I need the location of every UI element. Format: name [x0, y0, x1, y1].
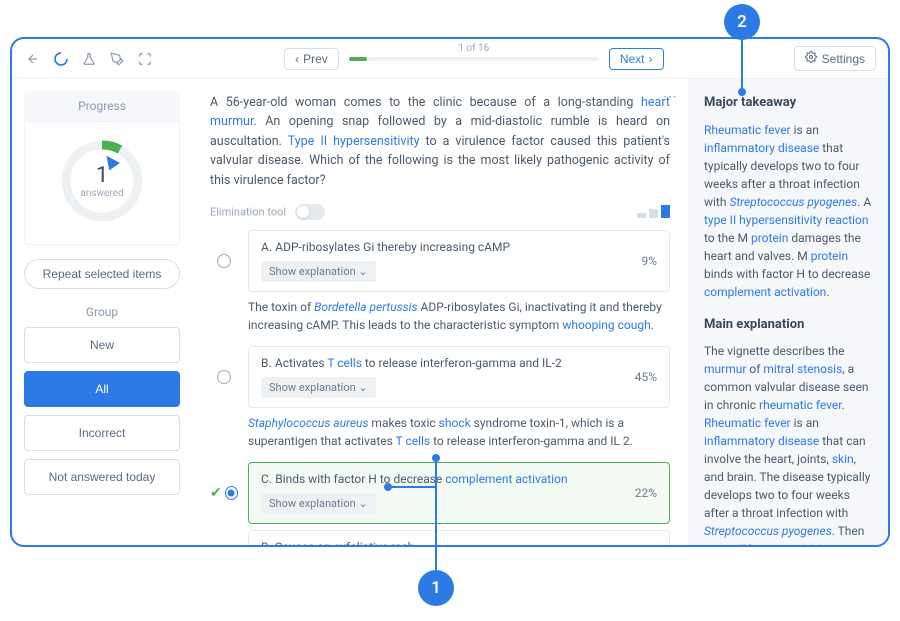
main-explanation-heading: Main explanation — [704, 315, 872, 335]
callout-badge-2: 2 — [724, 4, 760, 40]
chevron-left-icon: ‹ — [295, 52, 299, 66]
question-text: A 56-year-old woman comes to the clinic … — [210, 93, 670, 190]
callout-line-1h — [390, 486, 436, 488]
explanation-a: The toxin of Bordetella pertussis ADP-ri… — [248, 298, 670, 334]
back-icon[interactable] — [24, 50, 42, 68]
show-explanation-b[interactable]: Show explanation ⌄ — [261, 377, 376, 398]
answered-label: answered — [80, 188, 123, 199]
progress-counter: 1 of 16 — [458, 43, 489, 54]
settings-button[interactable]: Settings — [794, 46, 876, 71]
progress-panel: 1 answered — [24, 121, 180, 245]
callout-dot-1b — [384, 483, 392, 491]
group-incorrect-button[interactable]: Incorrect — [24, 415, 180, 451]
chevron-right-icon: › — [649, 52, 653, 66]
callout-line-2 — [741, 40, 743, 90]
group-heading: Group — [24, 305, 180, 319]
option-b-pct: 45% — [635, 370, 657, 384]
option-card-a[interactable]: A. ADP-ribosylates Gi thereby increasing… — [248, 230, 670, 292]
option-card-b[interactable]: B. Activates T cells to release interfer… — [248, 346, 670, 408]
prev-button[interactable]: ‹Prev — [284, 48, 339, 70]
answer-option-c: ✔ C. Binds with factor H to decrease com… — [210, 462, 670, 524]
answer-option-b: B. Activates T cells to release interfer… — [210, 346, 670, 408]
check-icon: ✔ — [210, 485, 222, 501]
group-all-button[interactable]: All — [24, 371, 180, 407]
option-card-c[interactable]: C. Binds with factor H to decrease compl… — [248, 462, 670, 524]
answer-option-d: D. Causes an exfoliative rash Show expla… — [210, 530, 670, 545]
highlight-icon[interactable] — [108, 50, 126, 68]
link-type-ii-hypersensitivity[interactable]: Type II hypersensitivity — [288, 134, 420, 149]
gear-icon — [805, 51, 817, 66]
option-c-pct: 22% — [635, 486, 657, 500]
radio-a[interactable] — [217, 254, 231, 268]
callout-dot-2 — [738, 88, 746, 96]
stats-bars-icon[interactable] — [637, 205, 670, 218]
osmosis-logo-icon[interactable] — [52, 50, 70, 68]
elimination-row: Elimination tool — [210, 204, 670, 220]
takeaway-panel: Major takeaway Rheumatic fever is an inf… — [688, 79, 888, 545]
answered-count: 1 — [80, 163, 123, 188]
progress-track: 1 of 16 — [349, 57, 599, 61]
more-icon[interactable]: ⋯ — [663, 89, 678, 105]
progress-title: Progress — [24, 91, 180, 121]
callout-line-1v — [435, 457, 437, 570]
nav-center: ‹Prev 1 of 16 Next› — [154, 48, 794, 70]
show-explanation-c[interactable]: Show explanation ⌄ — [261, 493, 376, 514]
question-content: ⋯ A 56-year-old woman comes to the clini… — [192, 79, 688, 545]
toolbar-left — [24, 50, 154, 68]
explanation-b: Staphylococcus aureus makes toxic shock … — [248, 414, 670, 450]
chevron-down-icon: ⌄ — [358, 265, 367, 278]
radio-c[interactable] — [225, 486, 238, 500]
link-bordetella[interactable]: Bordetella pertussis — [314, 300, 417, 314]
group-not-answered-today-button[interactable]: Not answered today — [24, 459, 180, 495]
major-takeaway-text: Rheumatic fever is an inflammatory disea… — [704, 121, 872, 301]
link-whooping-cough[interactable]: whooping cough — [562, 318, 650, 332]
answer-option-a: A. ADP-ribosylates Gi thereby increasing… — [210, 230, 670, 292]
callout-badge-1: 1 — [418, 570, 454, 606]
flask-icon[interactable] — [80, 50, 98, 68]
link-t-cells[interactable]: T cells — [327, 356, 362, 370]
chevron-down-icon: ⌄ — [358, 381, 367, 394]
elimination-label: Elimination tool — [210, 205, 286, 218]
callout-dot-1a — [432, 454, 440, 462]
show-explanation-a[interactable]: Show explanation ⌄ — [261, 261, 376, 282]
topbar: ‹Prev 1 of 16 Next› Settings — [12, 39, 888, 79]
app-frame: ‹Prev 1 of 16 Next› Settings Progress — [10, 37, 890, 547]
link-complement-activation[interactable]: complement activation — [445, 472, 567, 486]
option-a-pct: 9% — [641, 254, 657, 268]
link-staph-b[interactable]: Staphylococcus aureus — [248, 416, 368, 430]
elimination-toggle[interactable] — [295, 204, 325, 220]
group-new-button[interactable]: New — [24, 327, 180, 363]
radio-b[interactable] — [217, 370, 231, 384]
option-card-d[interactable]: D. Causes an exfoliative rash Show expla… — [248, 530, 670, 545]
fullscreen-icon[interactable] — [136, 50, 154, 68]
sidebar: Progress 1 answered Repeat selected item… — [12, 79, 192, 545]
main-explanation-text: The vignette describes the murmur of mit… — [704, 342, 872, 545]
chevron-down-icon: ⌄ — [358, 497, 367, 510]
progress-ring: 1 answered — [57, 136, 147, 226]
next-button[interactable]: Next› — [609, 48, 664, 70]
major-takeaway-heading: Major takeaway — [704, 93, 872, 113]
repeat-selected-button[interactable]: Repeat selected items — [24, 259, 180, 289]
